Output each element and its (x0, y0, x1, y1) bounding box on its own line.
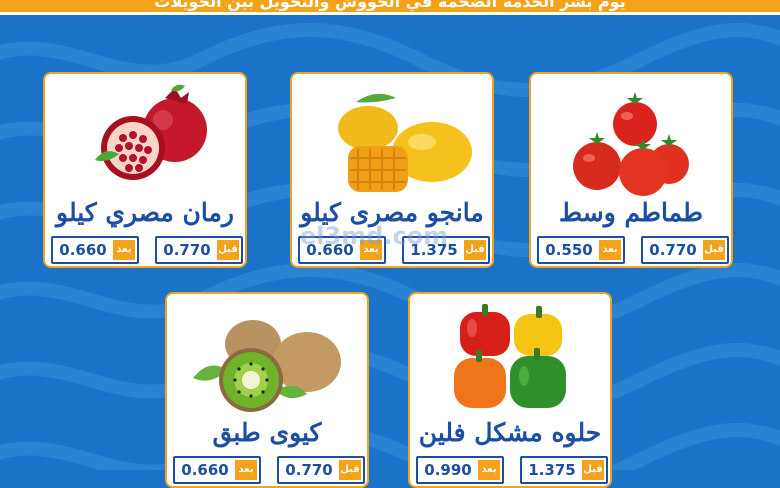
price-before-value: 0.770 (285, 461, 333, 479)
watermark: el3md.com (300, 222, 449, 250)
product-name: كيوى طبق (212, 418, 322, 447)
bell-pepper-image (454, 304, 566, 408)
product-name: رمان مصري كيلو (56, 198, 234, 227)
price-before: قبل 1.375 (520, 456, 608, 484)
price-before: قبل 0.770 (641, 236, 729, 264)
before-label: قبل (464, 240, 486, 260)
product-name: حلوه مشكل فلين (418, 418, 602, 447)
price-after: بعد 0.660 (173, 456, 261, 484)
before-label: قبل (582, 460, 604, 480)
product-card-pomegranate[interactable]: رمان مصري كيلو قبل 0.770 بعد 0.660 (43, 72, 247, 268)
before-label: قبل (217, 240, 239, 260)
kiwi-image (193, 320, 341, 412)
price-before-value: 0.770 (163, 241, 211, 259)
product-card-kiwi[interactable]: كيوى طبق قبل 0.770 بعد 0.660 (165, 292, 369, 488)
before-label: قبل (703, 240, 725, 260)
price-after: بعد 0.660 (51, 236, 139, 264)
after-label: بعد (478, 460, 500, 480)
price-after-value: 0.660 (59, 241, 107, 259)
price-after-value: 0.990 (424, 461, 472, 479)
price-after-value: 0.660 (181, 461, 229, 479)
top-banner: يوم بشر الخدمة الضخمة في الحووش والتحويل… (0, 0, 780, 15)
tomato-image (573, 92, 689, 196)
product-card-bell-pepper[interactable]: حلوه مشكل فلين قبل 1.375 بعد 0.990 (408, 292, 612, 488)
pomegranate-image (95, 84, 207, 180)
product-name: طماطم وسط (559, 198, 703, 227)
price-before: قبل 0.770 (155, 236, 243, 264)
price-after: بعد 0.550 (537, 236, 625, 264)
price-after-value: 0.550 (545, 241, 593, 259)
after-label: بعد (113, 240, 135, 260)
price-before-value: 1.375 (528, 461, 576, 479)
price-after: بعد 0.990 (416, 456, 504, 484)
product-card-tomato[interactable]: طماطم وسط قبل 0.770 بعد 0.550 (529, 72, 733, 268)
after-label: بعد (599, 240, 621, 260)
price-before-value: 0.770 (649, 241, 697, 259)
mango-image (338, 93, 472, 192)
price-before: قبل 0.770 (277, 456, 365, 484)
after-label: بعد (235, 460, 257, 480)
banner-text: يوم بشر الخدمة الضخمة في الحووش والتحويل… (154, 0, 626, 11)
before-label: قبل (339, 460, 361, 480)
